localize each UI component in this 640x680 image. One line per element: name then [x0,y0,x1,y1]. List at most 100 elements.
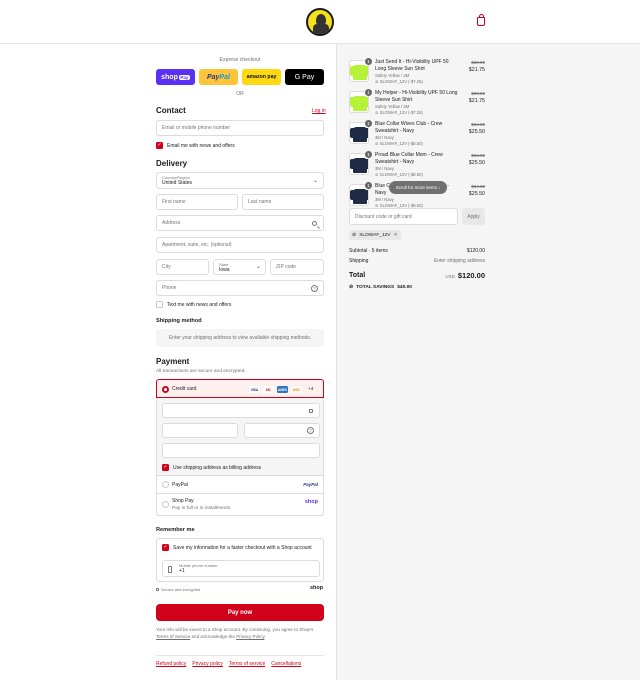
help-icon[interactable]: ? [311,285,318,292]
express-checkout-label: Express checkout [219,57,261,63]
first-name-field[interactable]: First name [156,194,238,210]
apartment-field[interactable]: Apartment, suite, etc. (optional) [156,237,324,253]
city-field[interactable]: City [156,259,209,275]
privacy-policy-link[interactable]: Privacy policy [192,661,223,667]
apply-button[interactable]: Apply [462,208,485,225]
search-icon [312,221,317,226]
save-info-row[interactable]: ✓ Save my information for a faster check… [162,544,312,551]
billing-checkbox[interactable]: ✓ [162,464,169,471]
state-select[interactable]: State Iowa ⌄ [213,259,266,275]
name-on-card-field[interactable] [162,443,320,458]
shopping-bag-icon[interactable] [477,14,485,26]
text-checkbox[interactable] [156,301,163,308]
item-price: $21.75 [468,98,485,104]
item-details: Proud Blue Collar Mom - Crew Sweatshirt … [375,152,461,177]
address-field[interactable]: Address [156,215,324,231]
mobile-phone-field[interactable]: Mobile phone number +1 [162,560,320,577]
footer-divider [156,655,324,656]
pay-now-button[interactable]: Pay now [156,604,324,621]
shop-pay-option[interactable]: Shop Pay Pay in full or in installments … [156,494,324,516]
total-value: $120.00 [457,271,485,280]
terms-link[interactable]: Terms of Service [156,634,190,639]
paypal-radio[interactable] [162,481,169,488]
news-checkbox[interactable]: ✓ [156,142,163,149]
item-original-price: $28.99 [471,91,485,96]
country-select[interactable]: Country/Region United States ⌄ [156,172,324,189]
item-original-price: $34.00 [471,184,485,189]
checkout-form: Express checkout shop Pay Pay Pal amazon p… [0,44,336,680]
legal-text: Your info will be saved to a Shop accoun… [156,627,314,639]
remove-code-icon[interactable]: ✕ [393,232,397,238]
item-title: Blue Collar Wives Club - Crew Sweatshirt… [375,121,443,134]
billing-checkbox-row[interactable]: ✓ Use shipping address as billing addres… [162,464,261,471]
shipping-heading: Shipping method [156,318,202,324]
tag-icon: ⊘ [349,284,354,290]
chevron-down-icon: ⌄ [255,264,261,270]
remember-box: ✓ Save my information for a faster check… [156,538,324,582]
item-original-price: $28.99 [471,60,485,65]
login-link[interactable]: Log in [312,108,326,114]
terms-of-service-link[interactable]: Terms of service [229,661,265,667]
total-label: Total [349,272,366,279]
item-original-price: $34.00 [471,122,485,127]
header [0,0,640,44]
cart-item: 1 My Helper - Hi-Visibility UPF 50 Long … [349,89,485,117]
shop-pay-button[interactable]: shop Pay [156,69,195,85]
delivery-heading: Delivery [156,159,188,168]
google-pay-button[interactable]: G Pay [285,69,324,85]
subtotal-label: Subtotal · 5 items [349,248,388,254]
discover-icon: DISC [291,386,302,393]
security-code-field[interactable]: ? [244,423,320,438]
remember-heading: Remember me [156,527,195,533]
shop-logo: shop [310,585,324,591]
or-divider: OR [236,91,244,97]
text-checkbox-row[interactable]: Text me with news and offers [156,301,231,308]
credit-card-radio[interactable] [162,386,169,393]
quantity-badge: 1 [365,120,372,127]
item-original-price: $34.00 [471,153,485,158]
order-summary: 1 Just Send It - Hi-Visibility UPF 50 Lo… [336,44,640,680]
store-logo[interactable] [306,8,334,36]
item-discount: ⊘ SLOWAF_12V (-$7.25) [375,78,423,84]
visa-icon: VISA [249,386,260,393]
expiry-field[interactable] [162,423,238,438]
paypal-button[interactable]: Pay Pal [199,69,238,85]
cart-item: 1 Proud Blue Collar Mom - Crew Sweatshir… [349,151,485,179]
total-savings: ⊘ TOTAL SAVINGS $40.00 [349,284,412,290]
discount-field[interactable]: Discount code or gift card [349,208,458,225]
cancellations-link[interactable]: Cancellations [271,661,301,667]
refund-policy-link[interactable]: Refund policy [156,661,186,667]
scroll-hint[interactable]: Scroll for more items ↓ [389,181,447,194]
tag-icon: ⊘ [352,232,357,238]
paypal-option[interactable]: PayPal PayPal [156,476,324,494]
news-checkbox-row[interactable]: ✓ Email me with news and offers [156,142,235,149]
credit-card-option[interactable]: Credit card VISA MC AMEX DISC +4 [156,379,324,398]
save-info-checkbox[interactable]: ✓ [162,544,169,551]
card-number-field[interactable] [162,403,320,418]
email-field[interactable]: Email or mobile phone number [156,120,324,136]
paypal-logo: PayPal [303,482,318,487]
item-discount: ⊘ SLOWAF_12V (-$8.50) [375,140,423,146]
item-discount: ⊘ SLOWAF_12V (-$7.25) [375,109,423,115]
cart-item: 1 Blue Collar Wives Club - Crew Sweatshi… [349,120,485,148]
amazon-pay-button[interactable]: amazon pay [242,69,281,85]
secure-row: Secure and encrypted [156,587,200,592]
shop-pay-radio[interactable] [162,501,169,508]
item-price: $25.50 [468,160,485,166]
chevron-down-icon: ⌄ [312,178,318,184]
item-discount: ⊘ SLOWAF_12V (-$8.50) [375,171,423,177]
last-name-field[interactable]: Last name [242,194,324,210]
shop-logo: shop [304,499,318,505]
payment-heading: Payment [156,357,190,366]
lock-icon [309,409,313,413]
shipping-notice: Enter your shipping address to view avai… [156,329,324,347]
footer-links: Refund policy Privacy policy Terms of se… [156,661,301,667]
subtotal-value: $120.00 [466,248,485,254]
privacy-link[interactable]: Privacy Policy [236,634,264,639]
phone-field[interactable]: Phone ? [156,280,324,296]
quantity-badge: 1 [365,58,372,65]
shipping-value: Enter shipping address [433,258,485,264]
quantity-badge: 1 [365,151,372,158]
zip-field[interactable]: ZIP code [270,259,324,275]
help-icon[interactable]: ? [307,427,314,434]
